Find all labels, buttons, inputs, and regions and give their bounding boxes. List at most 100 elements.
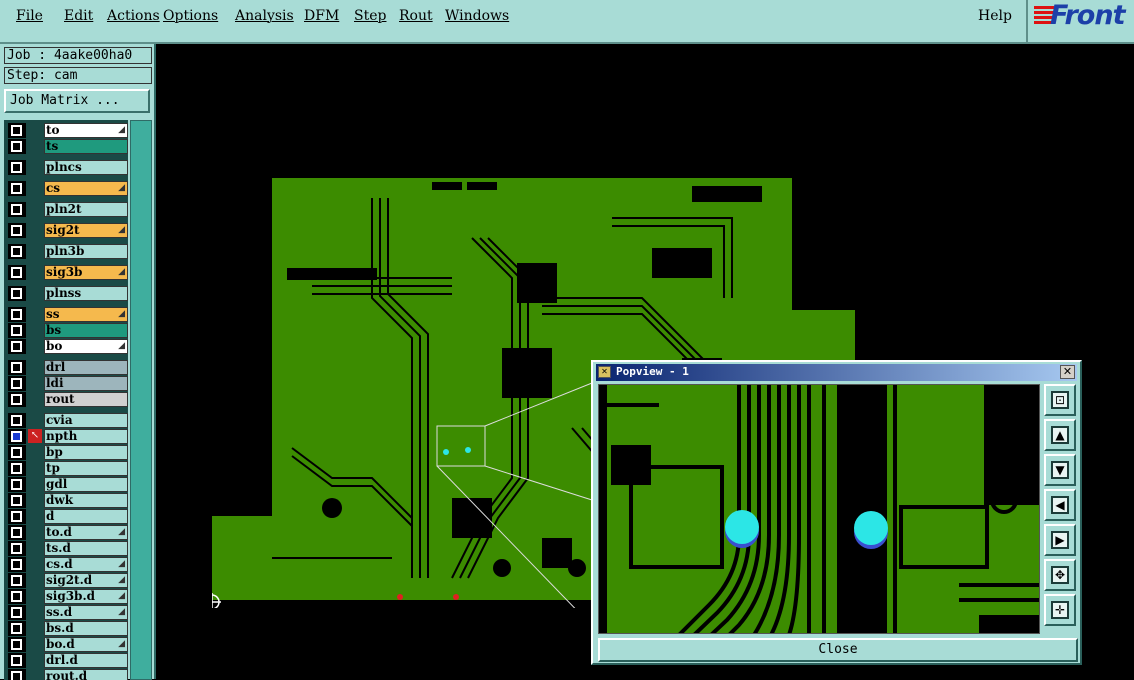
pan-left-button[interactable]: ◀ (1044, 489, 1076, 521)
layer-checkbox[interactable] (11, 511, 22, 522)
layer-row-drl-d[interactable]: drl.d (8, 653, 128, 668)
layer-name[interactable]: rout (44, 392, 128, 407)
layer-checkbox[interactable] (11, 288, 22, 299)
zoom-out-button[interactable]: ✛ (1044, 594, 1076, 626)
layer-checkbox[interactable] (11, 495, 22, 506)
popview-titlebar[interactable]: ✕ Popview - 1 ✕ (596, 364, 1077, 381)
layer-row-bp[interactable]: bp (8, 445, 128, 460)
popview-close-button[interactable]: Close (598, 638, 1078, 662)
layer-checkbox[interactable] (11, 141, 22, 152)
layer-row-ss[interactable]: ss ◢ (8, 307, 128, 322)
layer-name[interactable]: sig3b.d ◢ (44, 589, 128, 604)
layer-row-gdl[interactable]: gdl (8, 477, 128, 492)
layer-name[interactable]: plncs (44, 160, 128, 175)
menu-file[interactable]: File (8, 6, 51, 26)
layer-checkbox[interactable] (11, 309, 22, 320)
menu-rout[interactable]: Rout (391, 6, 441, 26)
pan-right-button[interactable]: ▶ (1044, 524, 1076, 556)
layer-row-ts[interactable]: ts (8, 139, 128, 154)
pan-down-button[interactable]: ▼ (1044, 454, 1076, 486)
layer-row-dwk[interactable]: dwk (8, 493, 128, 508)
layer-row-bo-d[interactable]: bo.d ◢ (8, 637, 128, 652)
layer-name[interactable]: d (44, 509, 128, 524)
layer-name[interactable]: bs (44, 323, 128, 338)
layer-checkbox[interactable] (11, 591, 22, 602)
layer-row-plncs[interactable]: plncs (8, 160, 128, 175)
layer-checkbox[interactable] (11, 225, 22, 236)
menu-step[interactable]: Step (346, 6, 394, 26)
layer-row-bs[interactable]: bs (8, 323, 128, 338)
layer-checkbox[interactable] (11, 378, 22, 389)
layer-name[interactable]: plnss (44, 286, 128, 301)
layer-name[interactable]: rout.d (44, 669, 128, 680)
layer-checkbox[interactable] (11, 362, 22, 373)
layer-name[interactable]: drl.d (44, 653, 128, 668)
layer-checkbox[interactable] (11, 607, 22, 618)
layer-name[interactable]: sig2t ◢ (44, 223, 128, 238)
layer-name[interactable]: pln3b (44, 244, 128, 259)
layer-checkbox[interactable] (11, 394, 22, 405)
layer-row-pln3b[interactable]: pln3b (8, 244, 128, 259)
layer-checkbox[interactable] (11, 162, 22, 173)
layer-row-cvia[interactable]: cvia (8, 413, 128, 428)
layer-name[interactable]: ss.d ◢ (44, 605, 128, 620)
layer-checkbox[interactable] (11, 204, 22, 215)
layer-name[interactable]: cvia (44, 413, 128, 428)
layer-name[interactable]: to.d ◢ (44, 525, 128, 540)
layer-row-cs[interactable]: cs ◢ (8, 181, 128, 196)
layer-name[interactable]: bo.d ◢ (44, 637, 128, 652)
layer-checkbox[interactable] (11, 125, 22, 136)
layer-row-rout-d[interactable]: rout.d (8, 669, 128, 680)
menu-dfm[interactable]: DFM (296, 6, 347, 26)
layer-row-rout[interactable]: rout (8, 392, 128, 407)
menu-analysis[interactable]: Analysis (227, 6, 302, 26)
layer-checkbox[interactable] (11, 431, 22, 442)
layer-name[interactable]: cs.d ◢ (44, 557, 128, 572)
menu-windows[interactable]: Windows (437, 6, 517, 26)
layer-checkbox[interactable] (11, 267, 22, 278)
layer-checkbox[interactable] (11, 479, 22, 490)
layer-name[interactable]: dwk (44, 493, 128, 508)
layer-name[interactable]: ldi (44, 376, 128, 391)
layer-name[interactable]: sig2t.d ◢ (44, 573, 128, 588)
layer-list-scrollbar[interactable] (130, 120, 152, 680)
layer-name[interactable]: drl (44, 360, 128, 375)
layer-checkbox[interactable] (11, 246, 22, 257)
layer-name[interactable]: ts (44, 139, 128, 154)
layer-checkbox[interactable] (11, 447, 22, 458)
layer-row-to[interactable]: to ◢ (8, 123, 128, 138)
layer-checkbox[interactable] (11, 415, 22, 426)
zoom-fit-button[interactable]: ⊡ (1044, 384, 1076, 416)
popview-window[interactable]: ✕ Popview - 1 ✕ ⊡ ▲ ▼ ◀ ▶ ✥ ✛ Close (591, 360, 1082, 665)
layer-row-pln2t[interactable]: pln2t (8, 202, 128, 217)
layer-name[interactable]: to ◢ (44, 123, 128, 138)
layer-row-to-d[interactable]: to.d ◢ (8, 525, 128, 540)
menu-edit[interactable]: Edit (56, 6, 101, 26)
layer-checkbox[interactable] (11, 575, 22, 586)
layer-row-npth[interactable]: ↖ npth (8, 429, 128, 444)
menu-options[interactable]: Options (155, 6, 226, 26)
layer-name[interactable]: tp (44, 461, 128, 476)
layer-row-bs-d[interactable]: bs.d (8, 621, 128, 636)
layer-row-sig3b-d[interactable]: sig3b.d ◢ (8, 589, 128, 604)
layer-name[interactable]: bs.d (44, 621, 128, 636)
layer-name[interactable]: pln2t (44, 202, 128, 217)
layer-checkbox[interactable] (11, 183, 22, 194)
pan-up-button[interactable]: ▲ (1044, 419, 1076, 451)
job-matrix-button[interactable]: Job Matrix ... (4, 89, 150, 113)
layer-name[interactable]: gdl (44, 477, 128, 492)
layer-row-sig2t-d[interactable]: sig2t.d ◢ (8, 573, 128, 588)
layer-checkbox[interactable] (11, 325, 22, 336)
close-icon[interactable]: ✕ (1060, 365, 1075, 379)
layer-row-d[interactable]: d (8, 509, 128, 524)
layer-checkbox[interactable] (11, 341, 22, 352)
layer-checkbox[interactable] (11, 463, 22, 474)
layer-name[interactable]: sig3b ◢ (44, 265, 128, 280)
layer-checkbox[interactable] (11, 559, 22, 570)
layer-checkbox[interactable] (11, 527, 22, 538)
layer-name[interactable]: cs ◢ (44, 181, 128, 196)
layer-row-sig3b[interactable]: sig3b ◢ (8, 265, 128, 280)
zoom-in-button[interactable]: ✥ (1044, 559, 1076, 591)
menu-help[interactable]: Help (978, 6, 1012, 26)
layer-name[interactable]: bp (44, 445, 128, 460)
